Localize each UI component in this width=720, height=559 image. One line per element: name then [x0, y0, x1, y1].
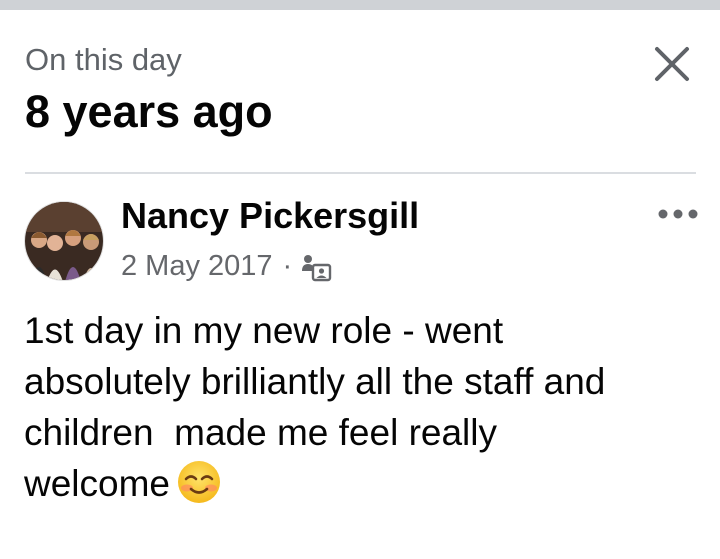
memory-subtitle: On this day [25, 42, 182, 77]
more-options-button[interactable] [657, 204, 699, 224]
post-date[interactable]: 2 May 2017 [121, 250, 273, 283]
friends-icon[interactable] [300, 252, 332, 284]
top-status-strip [0, 0, 720, 10]
memory-title: 8 years ago [25, 86, 273, 137]
post-text-line: children made me feel really [24, 412, 497, 453]
more-dots-icon [658, 209, 698, 219]
post-text-line: welcome [24, 458, 704, 509]
post-text-line: 1st day in my new role - went [24, 310, 504, 351]
profile-photo [25, 202, 103, 280]
post-text-line: absolutely brilliantly all the staff and [24, 361, 606, 402]
post-text: 1st day in my new role - went absolutely … [24, 305, 704, 509]
close-icon [655, 47, 689, 81]
smiling-face-emoji-icon [176, 459, 222, 505]
meta-separator: · [282, 249, 293, 282]
post-author[interactable]: Nancy Pickersgill [121, 195, 419, 237]
avatar[interactable] [24, 201, 104, 281]
post-text-last: welcome [24, 463, 170, 504]
close-button[interactable] [652, 44, 692, 84]
divider [25, 172, 696, 174]
post-meta: 2 May 2017 · [121, 248, 332, 284]
